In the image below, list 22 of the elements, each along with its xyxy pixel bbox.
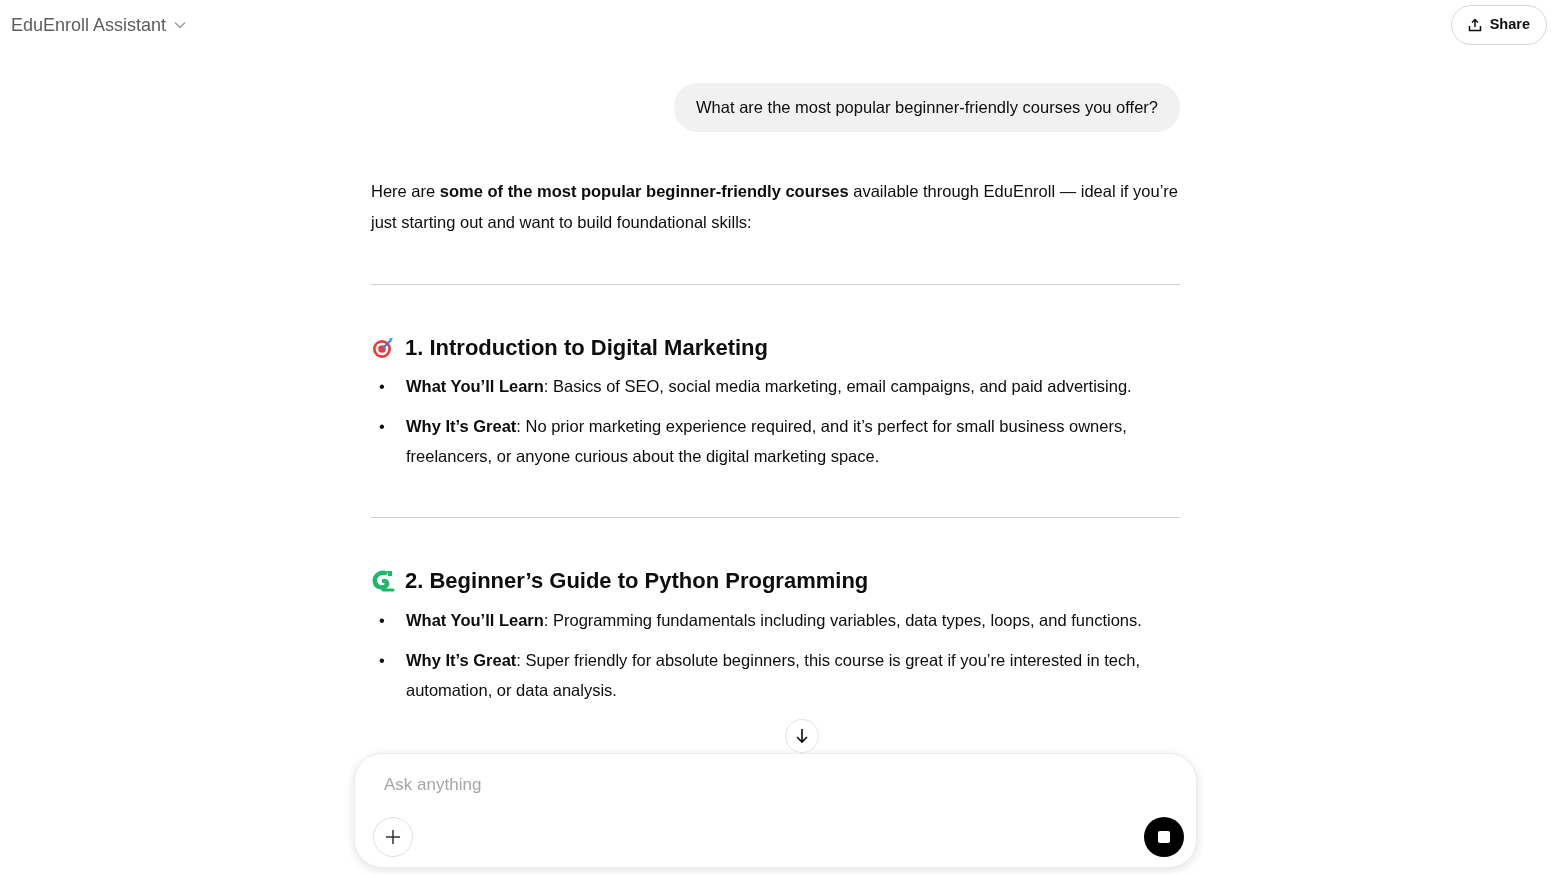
share-button[interactable]: Share: [1450, 5, 1547, 45]
add-button[interactable]: [373, 817, 413, 857]
target-icon: [371, 335, 395, 360]
bullet-text: What You’ll Learn: Programming fundamentals including variables, data types, loops, and functions.: [406, 609, 1142, 631]
app-title[interactable]: EduEnroll Assistant: [11, 11, 167, 39]
bullet-text: Why It’s Great: No prior marketing experience required, and it’s perfect for small business owners, freelancers, or anyone curious about the digital marketing space.: [406, 416, 1128, 468]
bullet-text: Why It’s Great: Super friendly for absolute beginners, this course is great if you’re interested in tech, automation, or data analysis.: [406, 649, 1141, 701]
bullet-text: What You’ll Learn: Basics of SEO, social media marketing, email campaigns, and paid advertising.: [406, 376, 1132, 398]
stop-icon: [1158, 831, 1170, 843]
bullet-mark: •: [378, 376, 386, 398]
share-icon: [1467, 18, 1482, 32]
intro-paragraph: Here are some of the most popular beginner-friendly courses available through EduEnroll — ideal if you’re just starting out and want to build foundational skills:: [371, 180, 1179, 233]
bullet-mark: •: [378, 649, 386, 671]
user-message: What are the most popular beginner-friendly courses you offer?: [674, 83, 1180, 132]
stop-button[interactable]: [1144, 817, 1184, 857]
arrow-down-icon: [795, 727, 809, 744]
course-heading: 2. Beginner’s Guide to Python Programming: [405, 568, 869, 595]
plus-icon: [385, 829, 401, 845]
bullet-mark: •: [378, 416, 386, 438]
scroll-down-button[interactable]: [785, 718, 819, 753]
course-heading: 1. Introduction to Digital Marketing: [405, 334, 768, 362]
bullet-mark: •: [378, 609, 386, 631]
